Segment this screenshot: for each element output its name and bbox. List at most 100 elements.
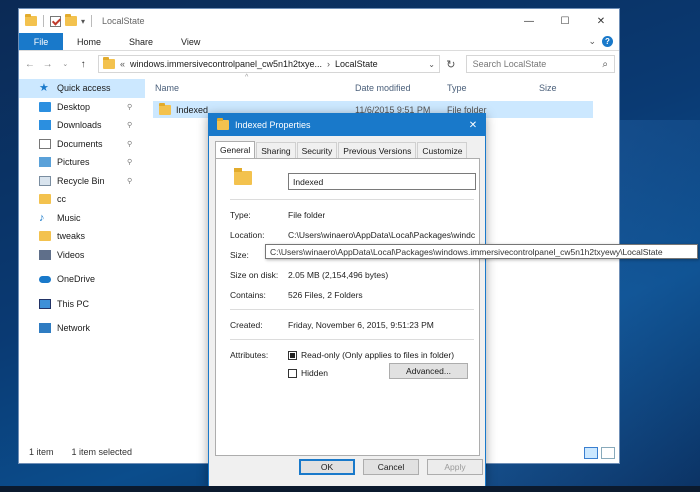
sidebar-item-label: Recycle Bin: [57, 175, 105, 186]
refresh-icon[interactable]: ↻: [444, 58, 458, 71]
dialog-close-button[interactable]: ✕: [461, 120, 485, 131]
up-button[interactable]: ↑: [76, 59, 90, 70]
folder-icon: [217, 118, 229, 130]
column-size[interactable]: Size: [539, 83, 557, 93]
address-overflow[interactable]: «: [120, 59, 125, 69]
hidden-checkbox[interactable]: Hidden: [288, 368, 328, 378]
column-date-modified[interactable]: Date modified: [355, 83, 411, 93]
sidebar-item-label: cc: [57, 194, 66, 205]
network-icon: [39, 323, 51, 334]
contains-label: Contains:: [230, 290, 266, 300]
folder-name-input[interactable]: Indexed: [288, 173, 476, 190]
size-on-disk-label: Size on disk:: [230, 270, 279, 280]
created-label: Created:: [230, 320, 263, 330]
ok-button[interactable]: OK: [299, 459, 355, 475]
expand-ribbon-icon[interactable]: ⌄: [588, 36, 596, 47]
forward-button[interactable]: →: [41, 59, 55, 70]
divider: [230, 199, 474, 200]
search-placeholder: Search LocalState: [472, 59, 547, 69]
minimize-button[interactable]: —: [511, 9, 547, 33]
back-button[interactable]: ←: [23, 59, 37, 70]
tab-file[interactable]: File: [19, 33, 63, 50]
location-value: C:\Users\winaero\AppData\Local\Packages\…: [288, 230, 476, 240]
sidebar-item-onedrive[interactable]: OneDrive: [19, 270, 145, 289]
document-icon: [39, 138, 51, 149]
tab-customize[interactable]: Customize: [417, 142, 468, 158]
sidebar-item-cc[interactable]: cc: [19, 190, 145, 209]
sidebar-item-label: OneDrive: [57, 274, 96, 285]
maximize-button[interactable]: ☐: [547, 9, 583, 33]
cancel-button[interactable]: Cancel: [363, 459, 419, 475]
type-label: Type:: [230, 210, 251, 220]
window-title: LocalState: [102, 16, 145, 26]
column-type[interactable]: Type: [447, 83, 467, 93]
sidebar-item-tweaks[interactable]: tweaks: [19, 227, 145, 246]
sidebar-item-documents[interactable]: Documents ⚲: [19, 135, 145, 154]
tab-view[interactable]: View: [167, 33, 214, 50]
search-input[interactable]: Search LocalState ⌕: [465, 55, 616, 73]
ribbon-tabs: File Home Share View ⌄ ?: [19, 33, 619, 51]
sidebar-item-recycle-bin[interactable]: Recycle Bin ⚲: [19, 172, 145, 191]
folder-icon: [234, 168, 252, 185]
tab-previous-versions[interactable]: Previous Versions: [338, 142, 417, 158]
tab-home[interactable]: Home: [63, 33, 115, 50]
address-dropdown-icon[interactable]: ⌄: [428, 60, 435, 69]
breadcrumb-segment[interactable]: windows.immersivecontrolpanel_cw5n1h2txy…: [130, 59, 322, 69]
advanced-button[interactable]: Advanced...: [389, 363, 468, 379]
video-icon: [39, 249, 51, 260]
divider: [230, 339, 474, 340]
folder-icon: [39, 194, 51, 205]
location-tooltip: C:\Users\winaero\AppData\Local\Packages\…: [265, 244, 698, 259]
tab-security[interactable]: Security: [296, 142, 338, 158]
apply-button[interactable]: Apply: [427, 459, 483, 475]
pin-icon: ⚲: [127, 159, 133, 167]
separator: [91, 15, 93, 27]
tab-share[interactable]: Share: [115, 33, 167, 50]
details-view-button[interactable]: [584, 447, 598, 459]
address-bar[interactable]: « windows.immersivecontrolpanel_cw5n1h2t…: [97, 55, 440, 73]
help-icon[interactable]: ?: [602, 36, 613, 47]
customize-toolbar-icon[interactable]: ▾: [81, 17, 85, 26]
tab-general[interactable]: General: [215, 141, 256, 158]
contains-value: 526 Files, 2 Folders: [288, 290, 363, 300]
star-icon: ★: [39, 82, 49, 95]
close-button[interactable]: ✕: [583, 9, 619, 33]
readonly-label: Read-only (Only applies to files in fold…: [301, 350, 455, 360]
navigation-bar: ← → ⌄ ↑ « windows.immersivecontrolpanel_…: [19, 51, 619, 77]
breadcrumb-separator[interactable]: ›: [327, 59, 330, 69]
download-icon: [39, 120, 51, 131]
size-label: Size:: [230, 250, 249, 260]
folder-icon: [159, 102, 171, 115]
sidebar-item-network[interactable]: Network: [19, 319, 145, 338]
sidebar-item-videos[interactable]: Videos: [19, 246, 145, 265]
row-name: Indexed: [176, 104, 209, 115]
pin-icon: ⚲: [127, 103, 133, 111]
column-headers: ^ Name Date modified Type Size: [153, 74, 619, 99]
sidebar-item-downloads[interactable]: Downloads ⚲: [19, 116, 145, 135]
breadcrumb-segment[interactable]: LocalState: [335, 59, 378, 69]
search-icon: ⌕: [602, 58, 609, 70]
sidebar-item-desktop[interactable]: Desktop ⚲: [19, 98, 145, 117]
ribbon-right: ⌄ ?: [588, 33, 619, 50]
readonly-checkbox[interactable]: Read-only (Only applies to files in fold…: [288, 350, 454, 360]
sidebar-item-music[interactable]: ♪ Music: [19, 209, 145, 228]
recent-locations-button[interactable]: ⌄: [58, 60, 72, 68]
selected-count: 1 item selected: [71, 447, 133, 457]
tab-sharing[interactable]: Sharing: [256, 142, 296, 158]
dialog-title-bar: Indexed Properties ✕: [209, 114, 485, 136]
sidebar-item-quick-access[interactable]: ★ Quick access: [19, 79, 145, 98]
recycle-bin-icon: [39, 175, 51, 186]
column-name[interactable]: Name: [155, 83, 179, 93]
sidebar-item-label: Music: [57, 212, 81, 223]
pin-icon: ⚲: [127, 122, 133, 130]
properties-icon[interactable]: [50, 15, 61, 27]
sidebar-item-this-pc[interactable]: This PC: [19, 295, 145, 314]
dialog-title: Indexed Properties: [235, 120, 311, 130]
sidebar-item-pictures[interactable]: Pictures ⚲: [19, 153, 145, 172]
row-name-cell: Indexed: [159, 102, 209, 115]
new-folder-icon[interactable]: [65, 14, 77, 26]
size-on-disk-value: 2.05 MB (2,154,496 bytes): [288, 270, 389, 280]
location-label: Location:: [230, 230, 265, 240]
folder-icon: [39, 231, 51, 242]
large-icons-view-button[interactable]: [601, 447, 615, 459]
